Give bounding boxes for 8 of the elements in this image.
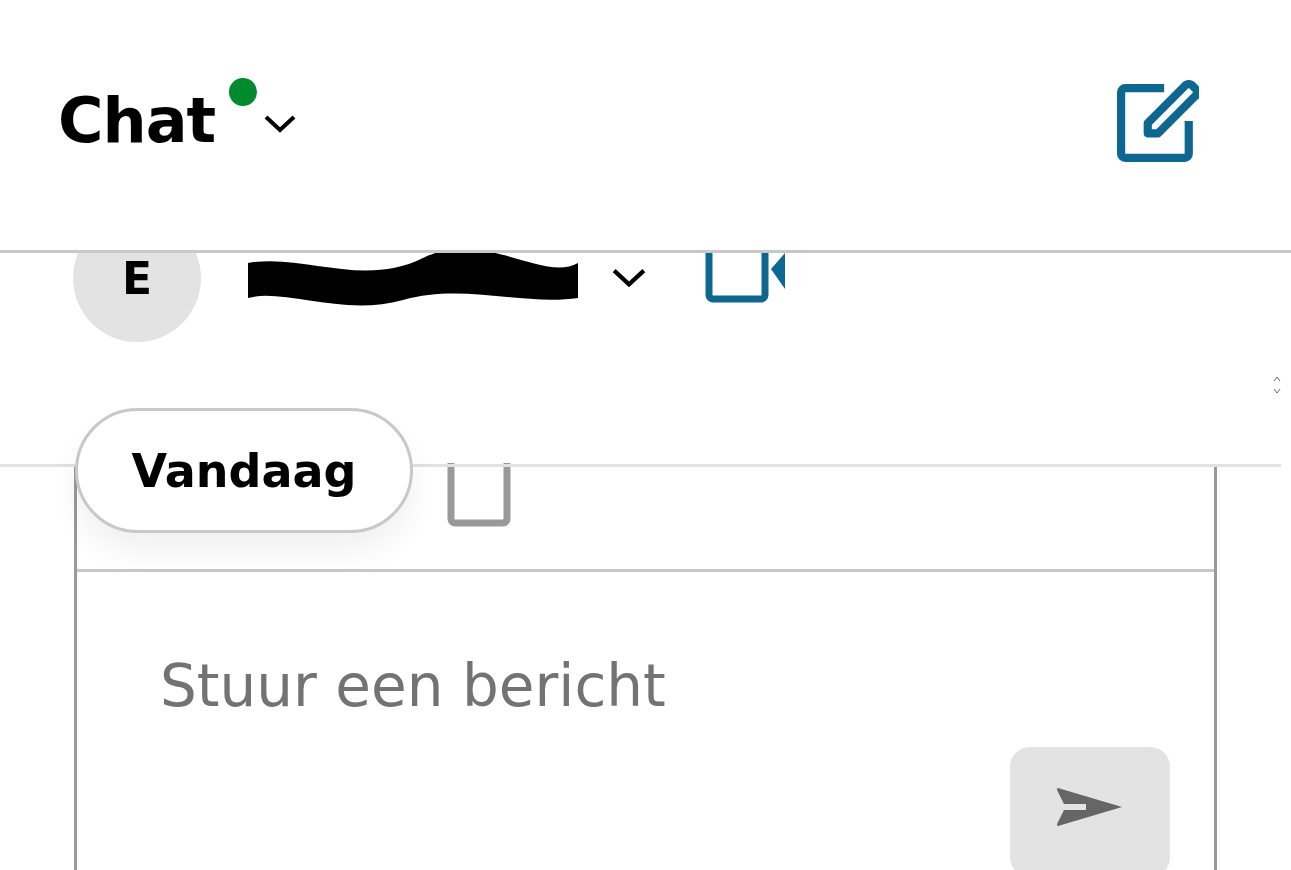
video-call-icon[interactable] bbox=[705, 253, 787, 303]
avatar: E bbox=[73, 253, 201, 342]
document-icon[interactable] bbox=[447, 463, 511, 527]
chat-title: Chat bbox=[58, 83, 216, 159]
compose-icon[interactable] bbox=[1117, 80, 1199, 162]
chevron-down-icon[interactable] bbox=[263, 114, 298, 134]
date-badge: Vandaag bbox=[75, 408, 413, 533]
chevron-down-icon[interactable] bbox=[611, 267, 647, 289]
